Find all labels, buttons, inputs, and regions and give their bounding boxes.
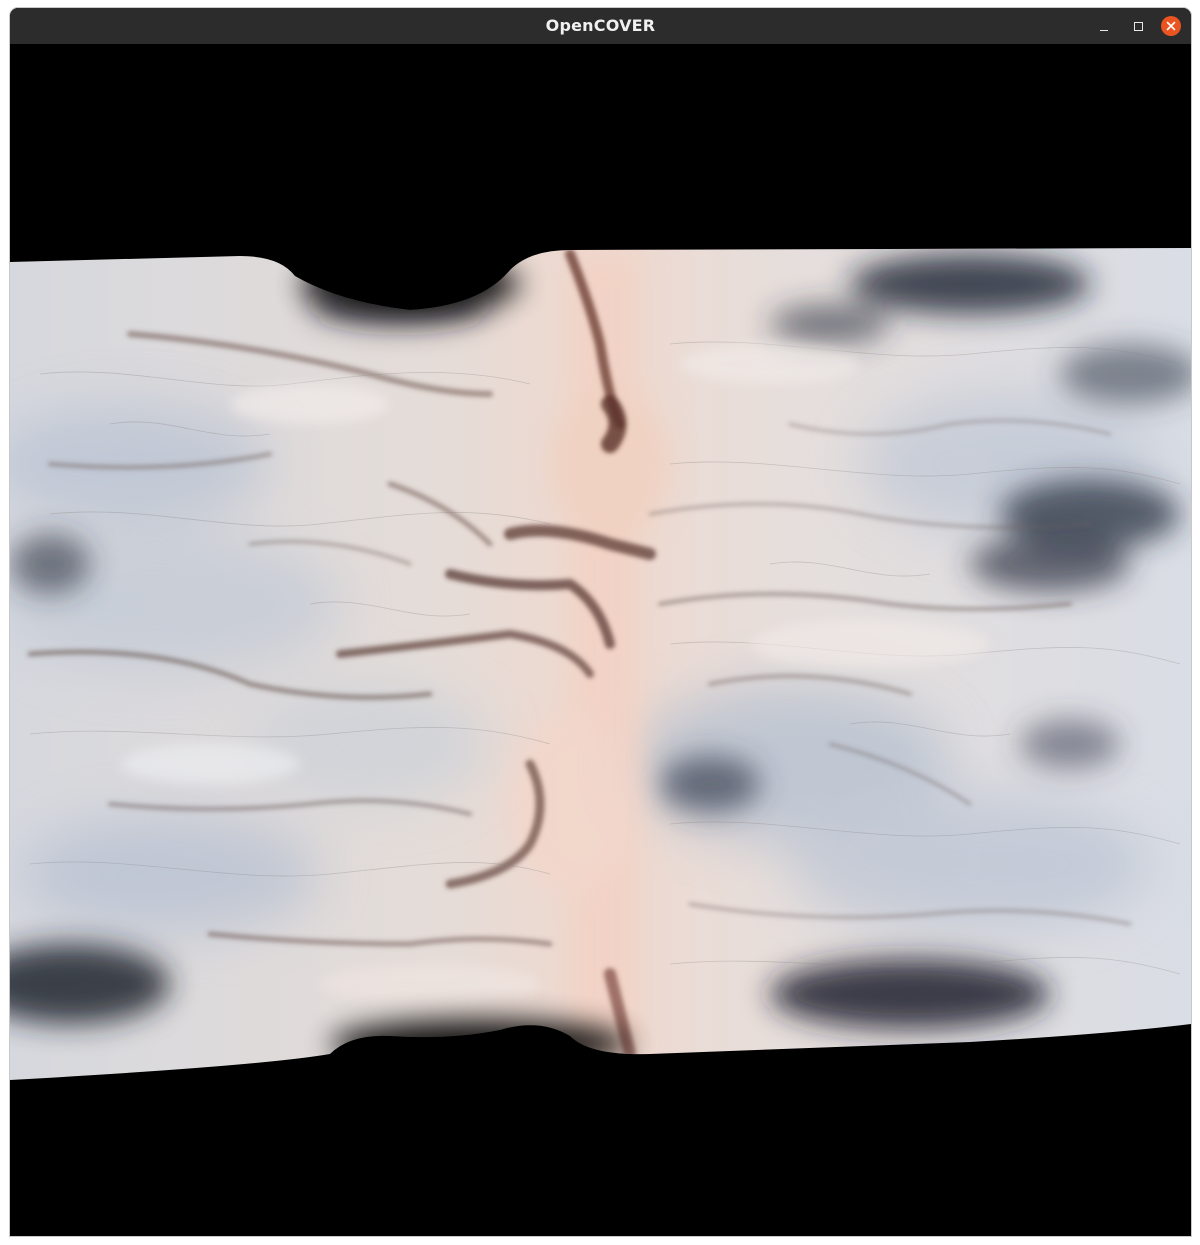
render-viewport[interactable] (10, 44, 1191, 1236)
volume-render (10, 44, 1191, 1236)
minimize-button[interactable] (1094, 16, 1114, 36)
title-bar[interactable]: OpenCOVER (10, 8, 1191, 44)
maximize-button[interactable] (1128, 16, 1148, 36)
window-title: OpenCOVER (545, 16, 656, 35)
close-button[interactable] (1161, 16, 1181, 36)
app-window: OpenCOVER (10, 8, 1191, 1236)
close-icon (1166, 21, 1176, 31)
